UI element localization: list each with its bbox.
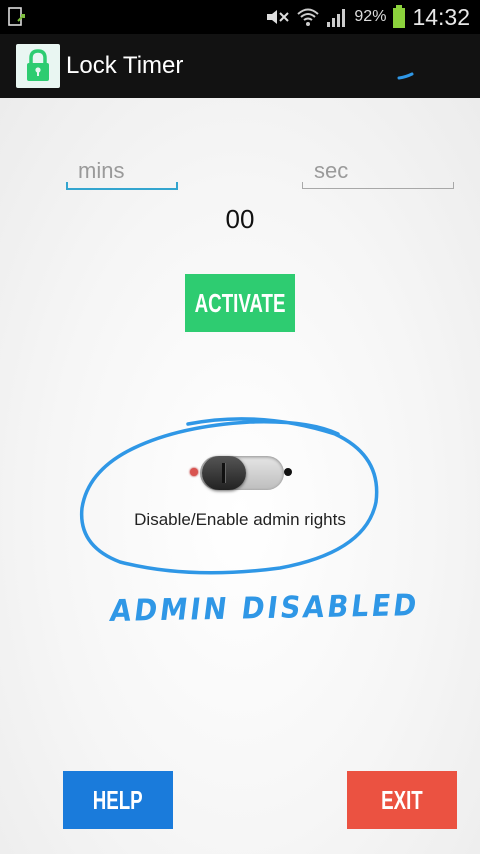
main-content: mins sec 00 ACTIVATE Disable/Enable admi… — [0, 98, 480, 854]
help-button[interactable]: HELP — [63, 771, 173, 829]
status-bar: 92% 14:32 — [0, 0, 480, 34]
action-bar: Lock Timer — [0, 34, 480, 98]
lock-icon — [27, 49, 49, 81]
admin-disabled-annotation: ADMIN DISABLED — [107, 588, 422, 629]
sec-underline-left — [302, 182, 303, 189]
app-title: Lock Timer — [66, 52, 184, 79]
app-icon[interactable] — [16, 44, 60, 88]
sec-input[interactable]: sec — [302, 98, 454, 189]
pen-mark — [397, 72, 414, 80]
help-label: HELP — [93, 784, 143, 815]
sec-underline-right — [453, 182, 454, 189]
mute-icon — [267, 10, 290, 24]
sec-placeholder: sec — [314, 158, 349, 183]
admin-rights-label: Disable/Enable admin rights — [134, 510, 346, 529]
timer-display: 00 — [225, 204, 255, 234]
exit-button[interactable]: EXIT — [347, 771, 457, 829]
toggle-thumb[interactable] — [202, 456, 246, 490]
notification-icon — [8, 7, 25, 26]
battery-percent: 92% — [354, 8, 387, 25]
clock: 14:32 — [412, 3, 470, 30]
wifi-icon — [297, 8, 320, 26]
on-indicator — [284, 468, 292, 476]
off-indicator — [190, 468, 198, 476]
battery-icon — [393, 5, 406, 28]
exit-label: EXIT — [381, 784, 423, 815]
activate-button[interactable]: ACTIVATE — [185, 274, 295, 332]
sec-underline — [302, 188, 454, 189]
mins-underline-right — [176, 182, 178, 190]
activate-label: ACTIVATE — [194, 287, 286, 318]
admin-toggle[interactable] — [186, 452, 296, 496]
mins-underline-left — [66, 182, 68, 190]
mins-input[interactable]: mins — [66, 98, 178, 190]
mins-placeholder: mins — [78, 158, 125, 183]
signal-icon — [327, 9, 346, 27]
mins-underline — [66, 188, 178, 190]
